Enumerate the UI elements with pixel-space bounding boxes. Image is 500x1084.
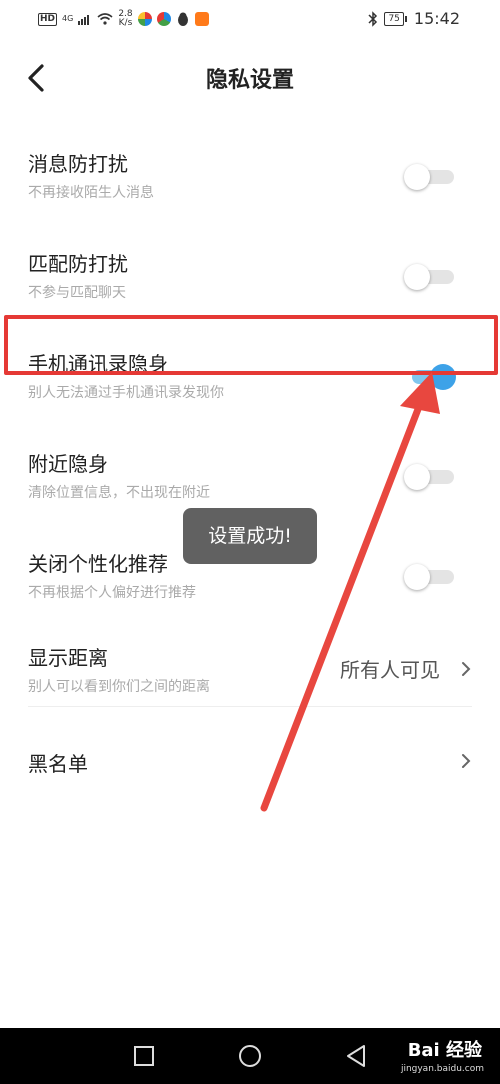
network-type: 4G <box>62 14 74 23</box>
setting-row-blacklist[interactable]: 黑名单 <box>0 730 500 794</box>
distance-value: 所有人可见 <box>340 658 440 682</box>
setting-description: 不再接收陌生人消息 <box>28 185 154 201</box>
toast-message: 设置成功! <box>183 508 317 564</box>
app-icon-1 <box>137 12 152 26</box>
page-header: 隐私设置 <box>0 50 500 106</box>
network-speed: 2.8 K/s <box>118 10 132 28</box>
setting-row-nearby-invisible[interactable]: 附近隐身 清除位置信息，不出现在附近 <box>0 436 500 516</box>
watermark-brand: Bai 经验 <box>407 1040 482 1061</box>
back-nav-button[interactable] <box>342 1042 370 1070</box>
setting-description: 别人可以看到你们之间的距离 <box>28 679 210 695</box>
setting-label: 匹配防打扰 <box>28 252 128 276</box>
setting-label: 关闭个性化推荐 <box>28 552 168 576</box>
annotation-highlight-box <box>4 315 498 375</box>
wifi-icon <box>97 13 113 25</box>
setting-label: 附近隐身 <box>28 452 108 476</box>
status-bar: HD 4G 2.8 K/s 75 15:42 <box>0 0 500 38</box>
nearby-invisible-toggle[interactable] <box>404 464 454 490</box>
signal-icon <box>78 15 90 25</box>
setting-description: 不再根据个人偏好进行推荐 <box>28 585 196 601</box>
setting-label: 黑名单 <box>28 752 88 776</box>
bluetooth-icon <box>368 10 378 27</box>
divider <box>28 706 472 707</box>
setting-row-message-dnd[interactable]: 消息防打扰 不再接收陌生人消息 <box>0 136 500 216</box>
setting-row-match-dnd[interactable]: 匹配防打扰 不参与匹配聊天 <box>0 236 500 316</box>
recent-apps-button[interactable] <box>130 1042 158 1070</box>
message-dnd-toggle[interactable] <box>404 164 454 190</box>
status-right: 75 15:42 <box>368 9 460 28</box>
penguin-icon <box>177 12 188 26</box>
app-icon-3 <box>194 12 209 26</box>
recommendation-toggle[interactable] <box>404 564 454 590</box>
chevron-right-icon <box>462 754 471 768</box>
setting-label: 消息防打扰 <box>28 152 128 176</box>
home-button[interactable] <box>236 1042 264 1070</box>
watermark-url: jingyan.baidu.com <box>400 1064 484 1074</box>
system-nav-bar: Bai 经验 jingyan.baidu.com <box>0 1028 500 1084</box>
app-icon-2 <box>156 12 171 26</box>
setting-row-distance[interactable]: 显示距离 别人可以看到你们之间的距离 所有人可见 <box>0 630 500 710</box>
page-title: 隐私设置 <box>205 68 294 93</box>
setting-description: 不参与匹配聊天 <box>28 285 126 301</box>
setting-description: 清除位置信息，不出现在附近 <box>28 485 210 501</box>
setting-label: 显示距离 <box>28 646 108 670</box>
status-time: 15:42 <box>413 9 460 28</box>
speed-unit: K/s <box>118 18 133 28</box>
chevron-right-icon <box>462 662 471 676</box>
match-dnd-toggle[interactable] <box>404 264 454 290</box>
setting-description: 别人无法通过手机通讯录发现你 <box>28 385 224 401</box>
status-left: HD 4G 2.8 K/s <box>38 10 209 28</box>
battery-icon: 75 <box>384 11 408 26</box>
hd-badge: HD <box>38 12 58 26</box>
